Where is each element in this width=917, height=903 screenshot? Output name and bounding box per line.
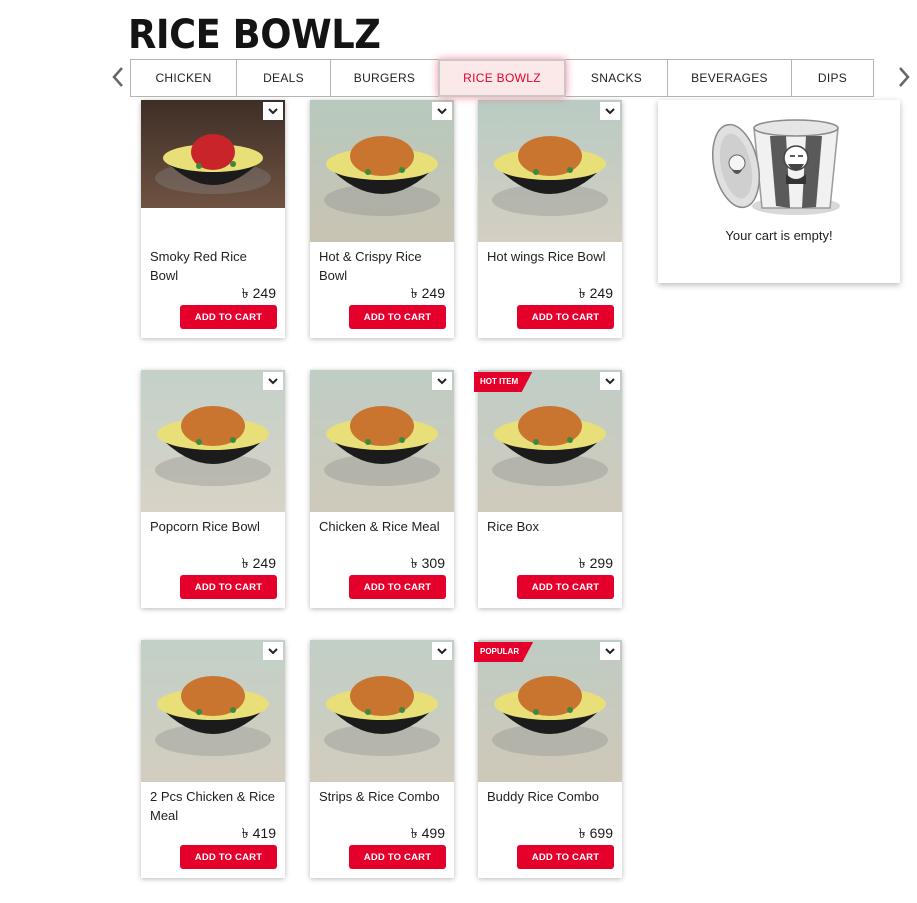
- product-name: Smoky Red Rice Bowl: [150, 249, 247, 283]
- product-card: Hot & Crispy Rice Bowl ৳ 249 ADD TO CART: [310, 100, 454, 338]
- price-value: 699: [589, 825, 613, 841]
- tab-burgers[interactable]: BURGERS: [330, 59, 439, 97]
- chevron-down-icon: [605, 377, 615, 384]
- add-to-cart-button[interactable]: ADD TO CART: [349, 845, 446, 869]
- expand-toggle[interactable]: [263, 372, 283, 390]
- add-to-cart-button[interactable]: ADD TO CART: [517, 305, 614, 329]
- chevron-down-icon: [437, 377, 447, 384]
- product-image[interactable]: [141, 370, 285, 512]
- product-name: Hot wings Rice Bowl: [487, 249, 606, 264]
- add-to-cart-button[interactable]: ADD TO CART: [349, 305, 446, 329]
- product-name: Rice Box: [487, 519, 540, 534]
- chevron-left-icon: [112, 67, 123, 87]
- product-name: Buddy Rice Combo: [487, 789, 599, 804]
- price-value: 249: [589, 285, 613, 301]
- chevron-right-icon: [899, 67, 910, 87]
- product-card: Strips & Rice Combo ৳ 499 ADD TO CART: [310, 640, 454, 878]
- add-to-cart-button[interactable]: ADD TO CART: [517, 575, 614, 599]
- product-card: Popcorn Rice Bowl ৳ 249 ADD TO CART: [141, 370, 285, 608]
- product-price: ৳ 499: [411, 822, 445, 846]
- product-card: Hot wings Rice Bowl ৳ 249 ADD TO CART: [478, 100, 622, 338]
- currency-symbol: ৳: [241, 555, 249, 571]
- currency-symbol: ৳: [241, 285, 249, 301]
- chevron-down-icon: [437, 107, 447, 114]
- product-price: ৳ 249: [411, 282, 445, 306]
- add-to-cart-button[interactable]: ADD TO CART: [180, 305, 277, 329]
- currency-symbol: ৳: [241, 825, 249, 841]
- product-image[interactable]: [478, 100, 622, 242]
- currency-symbol: ৳: [578, 555, 586, 571]
- currency-symbol: ৳: [578, 825, 586, 841]
- add-to-cart-button[interactable]: ADD TO CART: [349, 575, 446, 599]
- chevron-down-icon: [605, 647, 615, 654]
- product-price: ৳ 309: [411, 552, 445, 576]
- product-card: Smoky Red Rice Bowl ৳ 249 ADD TO CART: [141, 100, 285, 338]
- price-value: 309: [421, 555, 445, 571]
- product-price: ৳ 249: [242, 552, 276, 576]
- add-to-cart-button[interactable]: ADD TO CART: [517, 845, 614, 869]
- price-value: 249: [252, 555, 276, 571]
- tabs-next-button[interactable]: [894, 62, 914, 92]
- chevron-down-icon: [437, 647, 447, 654]
- chevron-down-icon: [268, 107, 278, 114]
- currency-symbol: ৳: [578, 285, 586, 301]
- chevron-down-icon: [268, 377, 278, 384]
- product-price: ৳ 419: [242, 822, 276, 846]
- product-image[interactable]: [310, 640, 454, 782]
- page-title: RICE BOWLZ: [128, 12, 381, 56]
- product-card: 2 Pcs Chicken & Rice Meal ৳ 419 ADD TO CART: [141, 640, 285, 878]
- currency-symbol: ৳: [410, 285, 418, 301]
- expand-toggle[interactable]: [432, 372, 452, 390]
- product-price: ৳ 699: [579, 822, 613, 846]
- tab-deals[interactable]: DEALS: [236, 59, 331, 97]
- chevron-down-icon: [605, 107, 615, 114]
- expand-toggle[interactable]: [263, 642, 283, 660]
- tab-beverages[interactable]: BEVERAGES: [667, 59, 792, 97]
- cart-empty-message: Your cart is empty!: [725, 228, 833, 243]
- tab-chicken[interactable]: CHICKEN: [130, 59, 237, 97]
- expand-toggle[interactable]: [263, 102, 283, 120]
- add-to-cart-button[interactable]: ADD TO CART: [180, 845, 277, 869]
- expand-toggle[interactable]: [600, 102, 620, 120]
- product-image[interactable]: [141, 640, 285, 782]
- price-value: 299: [589, 555, 613, 571]
- product-card: POPULAR Buddy Rice Combo ৳ 699 ADD TO CART: [474, 640, 622, 878]
- price-value: 499: [421, 825, 445, 841]
- product-name: Hot & Crispy Rice Bowl: [319, 249, 422, 283]
- product-name: 2 Pcs Chicken & Rice Meal: [150, 789, 275, 823]
- product-price: ৳ 299: [579, 552, 613, 576]
- add-to-cart-button[interactable]: ADD TO CART: [180, 575, 277, 599]
- currency-symbol: ৳: [410, 555, 418, 571]
- product-card: Chicken & Rice Meal ৳ 309 ADD TO CART: [310, 370, 454, 608]
- product-image[interactable]: [141, 100, 285, 242]
- tab-snacks[interactable]: SNACKS: [565, 59, 668, 97]
- currency-symbol: ৳: [410, 825, 418, 841]
- kfc-bucket-icon: [712, 119, 840, 215]
- tab-dips[interactable]: DIPS: [791, 59, 874, 97]
- product-name: Strips & Rice Combo: [319, 789, 440, 804]
- expand-toggle[interactable]: [432, 102, 452, 120]
- price-value: 419: [252, 825, 276, 841]
- chevron-down-icon: [268, 647, 278, 654]
- product-price: ৳ 249: [579, 282, 613, 306]
- price-value: 249: [421, 285, 445, 301]
- expand-toggle[interactable]: [432, 642, 452, 660]
- tabs-prev-button[interactable]: [108, 62, 128, 92]
- price-value: 249: [252, 285, 276, 301]
- tab-rice-bowlz[interactable]: RICE BOWLZ: [438, 59, 566, 97]
- expand-toggle[interactable]: [600, 642, 620, 660]
- product-price: ৳ 249: [242, 282, 276, 306]
- expand-toggle[interactable]: [600, 372, 620, 390]
- product-image[interactable]: [310, 370, 454, 512]
- product-card: HOT ITEM Rice Box ৳ 299 ADD TO CART: [474, 370, 622, 608]
- product-name: Chicken & Rice Meal: [319, 519, 440, 534]
- cart-panel: Your cart is empty!: [658, 100, 900, 283]
- product-name: Popcorn Rice Bowl: [150, 519, 260, 534]
- product-image[interactable]: [310, 100, 454, 242]
- category-tabs: CHICKEN DEALS BURGERS RICE BOWLZ SNACKS …: [130, 59, 874, 97]
